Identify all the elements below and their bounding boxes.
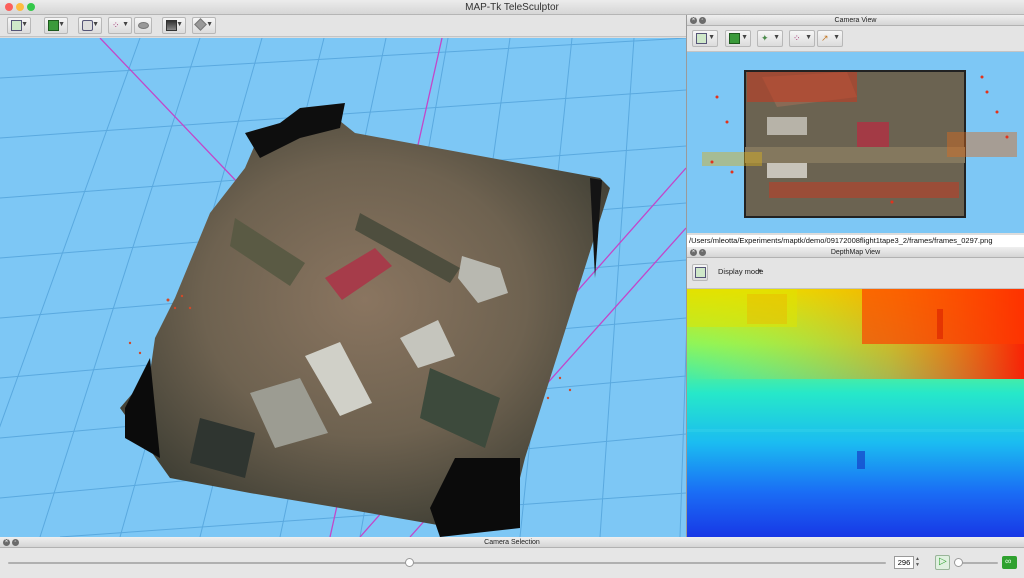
plane-icon (138, 22, 149, 29)
camera-frustum-button[interactable]: ▼ (78, 17, 102, 34)
chevron-down-icon: ▼ (708, 34, 715, 41)
frame-view-icon (695, 267, 706, 278)
main-toolbar: ▼ ▼ ▼ ⁘ ▼ ▼ ▼ (0, 15, 686, 37)
feature-points-icon: ✦ (761, 33, 769, 43)
chevron-down-icon: ▼ (833, 34, 840, 41)
depthmap-view-title: DepthMap View (830, 249, 881, 256)
depthmap-image (687, 289, 1024, 537)
camera-view-title: Camera View (834, 17, 877, 24)
point-cloud-icon: ⁘ (793, 33, 801, 43)
mesh-icon (194, 18, 207, 31)
camera-reset-view-button[interactable]: ▼ (7, 17, 31, 34)
landmarks-button[interactable]: ⁘ ▼ (108, 17, 132, 34)
window-title: MAP-Tk TeleSculptor (465, 2, 559, 13)
camera-view-image-button[interactable]: ▼ (725, 30, 751, 47)
depthmap-reset-view-button[interactable] (692, 264, 708, 281)
camera-view-header: × ◦ Camera View (687, 15, 1024, 26)
play-icon: ▷ (939, 556, 947, 567)
chevron-down-icon: ▼ (21, 21, 28, 28)
camera-selection-title: Camera Selection (484, 539, 540, 546)
residuals-icon: ↗ (821, 33, 829, 43)
camera-image-path: /Users/mleotta/Experiments/maptk/demo/09… (687, 235, 1024, 247)
camera-frame-scene (702, 70, 1017, 218)
camera-view-landmarks-button[interactable]: ⁘ ▼ (789, 30, 815, 47)
chevron-down-icon: ▼ (58, 21, 65, 28)
chevron-down-icon: ▼ (805, 34, 812, 41)
depth-image-button[interactable]: ▼ (162, 17, 186, 34)
playback-speed-thumb[interactable] (954, 558, 964, 567)
image-icon (729, 33, 740, 44)
play-button[interactable]: ▷ (935, 555, 950, 570)
spin-arrows-icon[interactable]: ▲ ▼ (915, 556, 920, 568)
camera-selection-panel: 296 ▲ ▼ ▷ ∞ (0, 548, 1024, 578)
camera-view-toolbar: ▼ ▼ ✦ ▼ ⁘ ▼ ↗ ▼ (687, 26, 1024, 52)
frame-number-field[interactable]: 296 (894, 556, 914, 569)
depthmap-toolbar: Display mode ▼ (687, 258, 1024, 289)
world-scene (0, 38, 686, 537)
ground-plane-button[interactable] (134, 17, 152, 34)
terrain-mesh (120, 103, 610, 537)
chevron-down-icon: ▼ (122, 21, 129, 28)
frame-view-icon (696, 33, 707, 44)
depthmap-canvas[interactable] (687, 289, 1024, 537)
chevron-down-icon: ▼ (92, 21, 99, 28)
camera-view-feature-button[interactable]: ✦ ▼ (757, 30, 783, 47)
camera-selection-header: × ◦ Camera Selection (0, 537, 1024, 548)
depthmap-view-header: × ◦ DepthMap View (687, 247, 1024, 258)
volume-surface-button[interactable]: ▼ (192, 17, 216, 34)
chevron-down-icon: ▼ (206, 21, 213, 28)
camera-view-canvas[interactable] (687, 52, 1024, 233)
image-layer-button[interactable]: ▼ (44, 17, 68, 34)
chevron-down-icon: ▼ (773, 34, 780, 41)
world-view[interactable] (0, 38, 686, 537)
camera-view-reset-button[interactable]: ▼ (692, 30, 718, 47)
frame-slider[interactable] (8, 562, 886, 564)
chevron-down-icon[interactable]: ▼ (757, 269, 763, 275)
loop-icon: ∞ (1005, 556, 1012, 566)
chevron-down-icon: ▼ (176, 21, 183, 28)
chevron-down-icon: ▼ (741, 34, 748, 41)
frame-slider-thumb[interactable] (405, 558, 415, 567)
loop-button[interactable]: ∞ (1002, 556, 1017, 569)
camera-view-residuals-button[interactable]: ↗ ▼ (817, 30, 843, 47)
window-titlebar: MAP-Tk TeleSculptor (0, 0, 1024, 15)
